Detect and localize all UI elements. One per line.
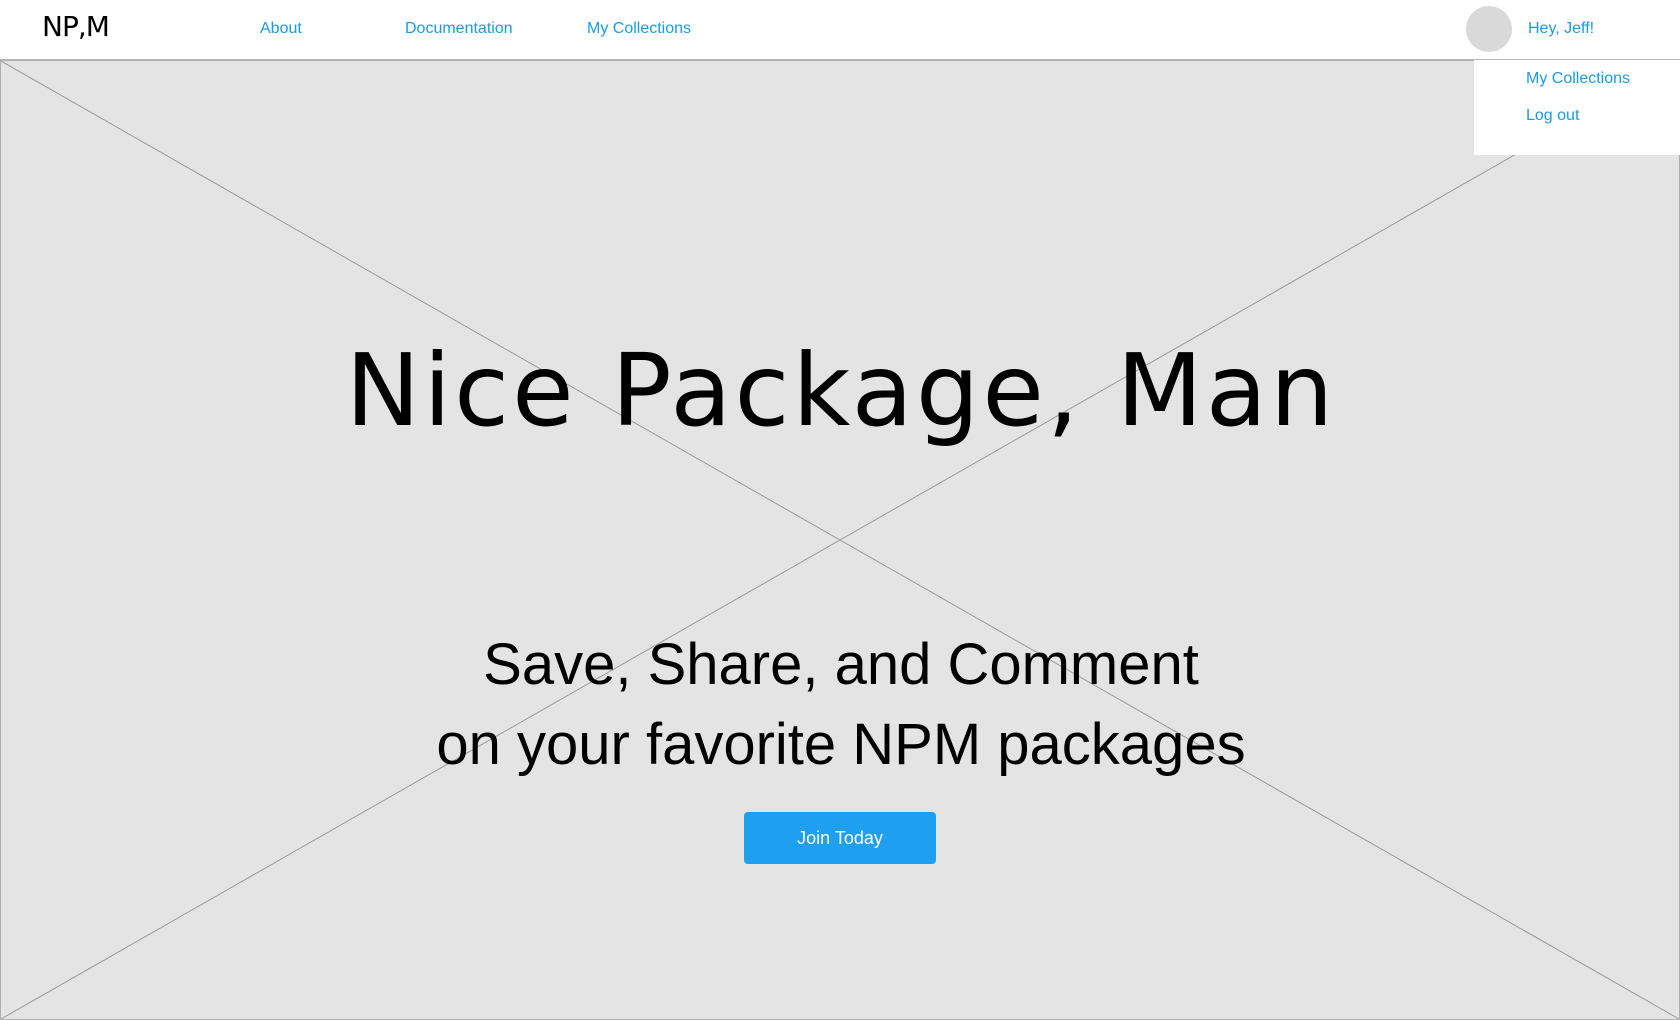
top-nav-bar: NP,M About Documentation My Collections …	[0, 0, 1680, 60]
nav-link-my-collections[interactable]: My Collections	[587, 20, 691, 38]
join-today-button[interactable]: Join Today	[744, 812, 936, 864]
user-dropdown-menu: My Collections Log out	[1474, 60, 1680, 155]
hero-subtitle-line2: on your favorite NPM packages	[436, 712, 1246, 777]
hero-section: Nice Package, Man Save, Share, and Comme…	[0, 60, 1680, 1020]
dropdown-item-my-collections[interactable]: My Collections	[1526, 70, 1630, 88]
image-placeholder-icon	[1, 61, 1679, 1019]
dropdown-item-log-out[interactable]: Log out	[1526, 107, 1579, 125]
site-logo[interactable]: NP,M	[42, 10, 110, 43]
nav-link-about[interactable]: About	[260, 20, 302, 38]
nav-link-documentation[interactable]: Documentation	[405, 20, 513, 38]
hero-title: Nice Package, Man	[345, 332, 1337, 449]
user-avatar[interactable]	[1466, 6, 1512, 52]
user-greeting[interactable]: Hey, Jeff!	[1528, 20, 1594, 38]
hero-subtitle-line1: Save, Share, and Comment	[483, 632, 1199, 697]
